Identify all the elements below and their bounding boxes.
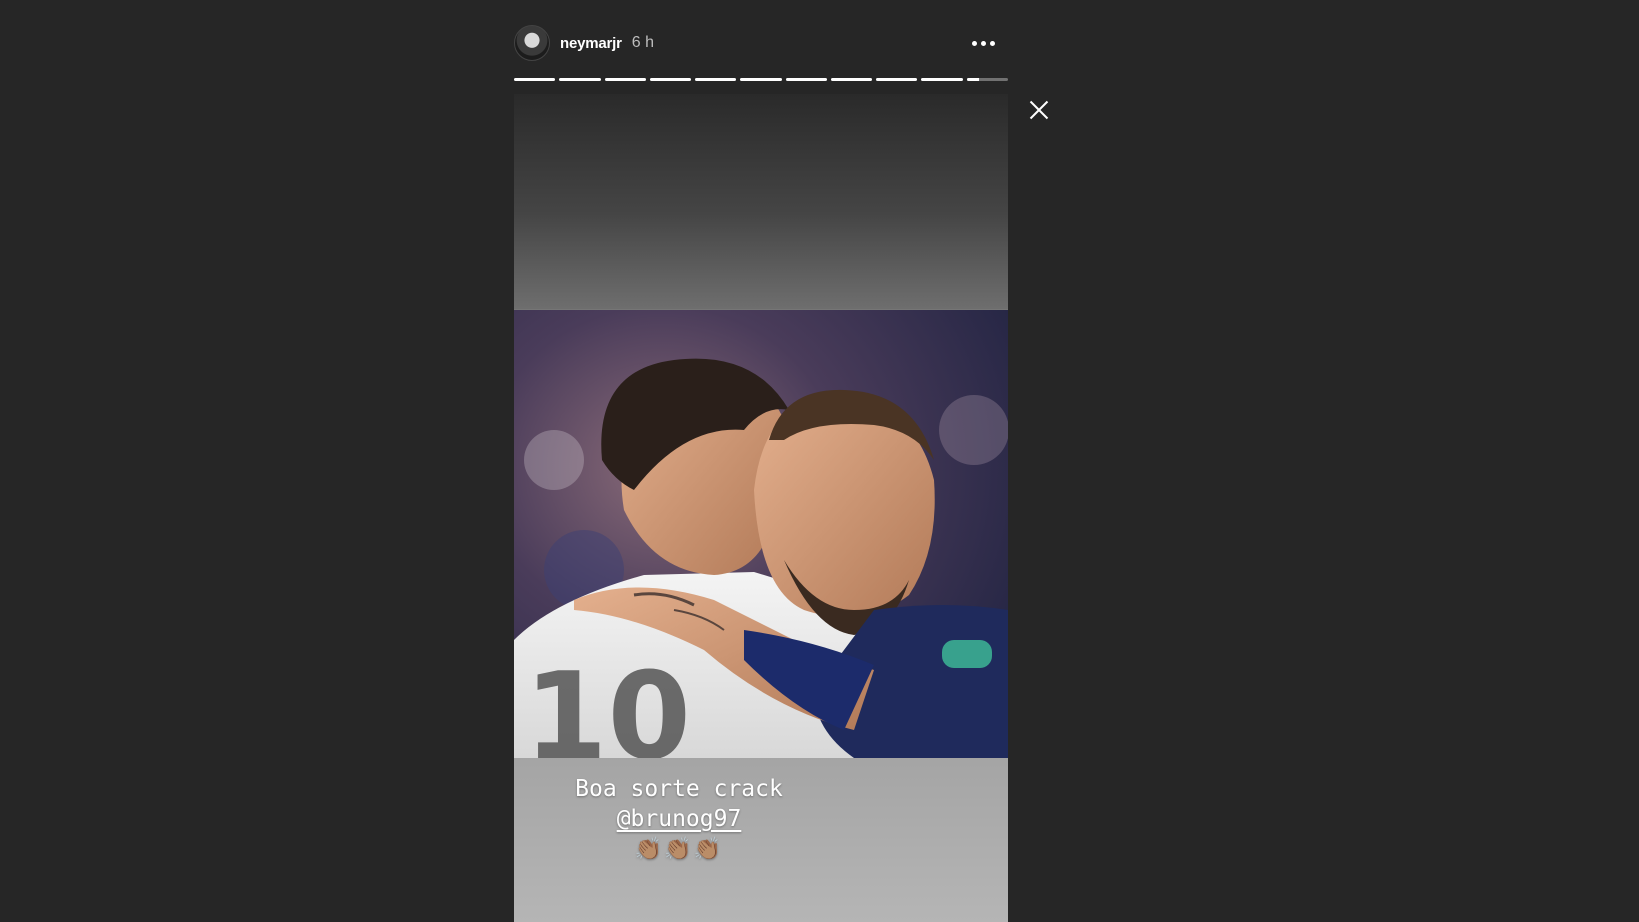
story-caption: Boa sorte crack @brunog97 👏🏽👏🏽👏🏽: [514, 774, 844, 866]
more-dot: [980, 40, 986, 46]
story-viewer: neymarjr 6 h 10 Boa sorte crack @brunog9…: [0, 0, 1639, 922]
progress-segment: [966, 78, 1008, 81]
story-canvas[interactable]: 10 Boa sorte crack @brunog97 👏🏽👏🏽👏🏽: [514, 94, 1008, 922]
progress-segment-fill: [649, 78, 692, 81]
progress-segment: [830, 78, 873, 81]
story-container: neymarjr 6 h 10 Boa sorte crack @brunog9…: [514, 0, 1008, 922]
progress-segment: [514, 78, 556, 81]
progress-segment-fill: [514, 78, 556, 81]
story-progress-bar: [514, 78, 1008, 81]
story-photo: 10: [514, 310, 1008, 758]
progress-segment-fill: [966, 78, 980, 81]
progress-segment: [740, 78, 782, 81]
progress-segment: [921, 78, 963, 81]
profile-avatar[interactable]: [514, 25, 550, 61]
progress-segment: [559, 78, 601, 81]
more-options-icon[interactable]: [968, 30, 998, 56]
story-header: neymarjr 6 h: [514, 24, 1008, 62]
caption-text: Boa sorte crack: [575, 776, 783, 802]
svg-text:10: 10: [524, 648, 691, 758]
more-dot: [971, 40, 977, 46]
more-dot: [989, 40, 995, 46]
progress-segment: [695, 78, 737, 81]
username-link[interactable]: neymarjr: [560, 35, 622, 52]
progress-segment: [785, 78, 827, 81]
progress-segment: [604, 78, 646, 81]
progress-segment-fill: [740, 78, 782, 81]
progress-segment: [876, 78, 918, 81]
progress-segment-fill: [785, 78, 827, 81]
close-icon[interactable]: [1026, 97, 1052, 123]
progress-segment: [649, 78, 692, 81]
progress-segment-fill: [559, 78, 601, 81]
progress-segment-fill: [695, 78, 737, 81]
progress-segment-fill: [830, 78, 873, 81]
progress-segment-fill: [921, 78, 963, 81]
story-timestamp: 6 h: [631, 34, 655, 51]
progress-segment-fill: [604, 78, 646, 81]
photo-illustration: 10: [514, 310, 1008, 758]
clap-emojis: 👏🏽👏🏽👏🏽: [634, 837, 724, 862]
progress-segment-fill: [876, 78, 918, 81]
mention-link[interactable]: @brunog97: [514, 804, 844, 834]
